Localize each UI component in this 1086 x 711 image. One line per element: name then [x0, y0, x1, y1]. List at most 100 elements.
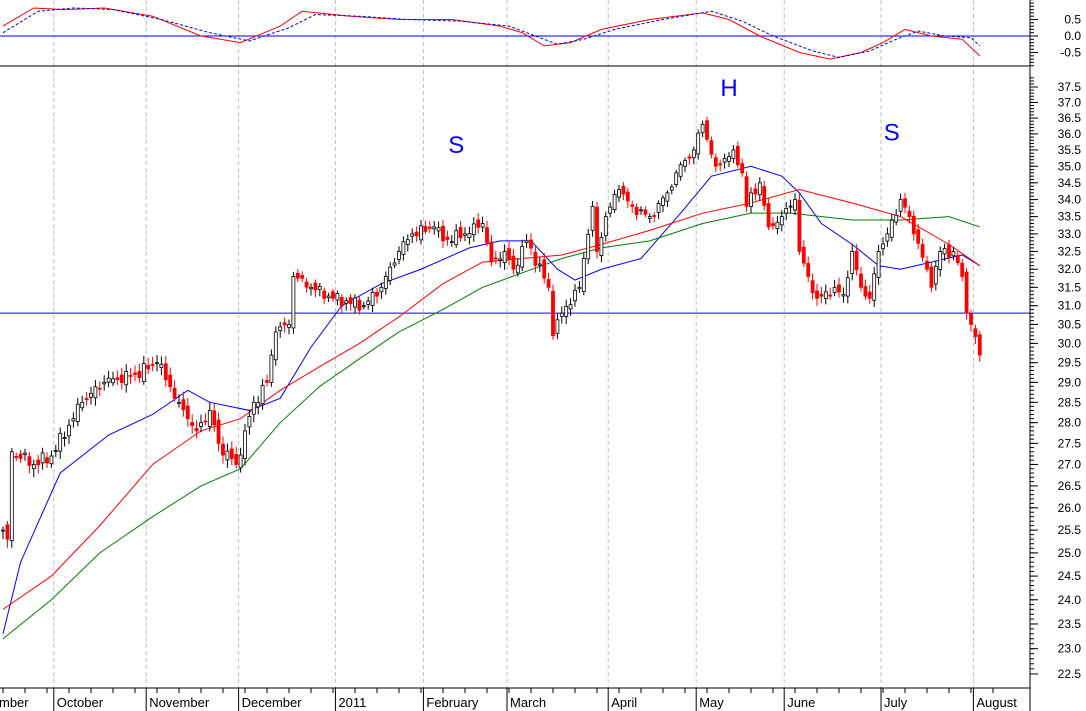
candle-body [788, 205, 793, 208]
y-tick-label: 34.0 [1058, 193, 1082, 207]
candle-body [199, 422, 203, 427]
candle-body [973, 328, 978, 338]
candle-body [502, 251, 507, 263]
month-label: December [242, 695, 303, 710]
candle-body [929, 266, 934, 288]
month-label: October [57, 695, 104, 710]
month-label: June [787, 695, 815, 710]
candle-body [819, 293, 824, 297]
candle-body [951, 251, 956, 257]
candle-body [520, 246, 525, 268]
candle-body [133, 372, 137, 375]
candle-body [203, 420, 208, 423]
y-tick-label: 25.5 [1058, 523, 1082, 537]
candle-body [643, 209, 648, 215]
pattern-annotation: S [448, 132, 464, 159]
candle-body [678, 164, 683, 177]
candle-body [62, 437, 67, 439]
candle-body [177, 401, 181, 404]
pattern-annotation: H [720, 75, 737, 102]
candle-body [709, 140, 714, 155]
candle-body [124, 371, 129, 386]
y-tick-label: 24.5 [1058, 569, 1082, 583]
candle-body [639, 209, 643, 212]
candle-body [256, 402, 261, 408]
candle-body [713, 157, 718, 167]
candle-body [810, 280, 815, 293]
candle-body [225, 450, 230, 461]
candle-body [150, 364, 155, 366]
candle-body [427, 226, 432, 229]
candle-body [555, 319, 560, 334]
candle-body [414, 231, 419, 237]
candle-body [146, 365, 151, 370]
candle-body [537, 263, 542, 266]
candle-body [581, 258, 586, 293]
candle-body [441, 225, 445, 242]
candle-body [665, 192, 670, 202]
candle-body [881, 243, 885, 250]
candle-body [291, 276, 296, 329]
y-tick-label: 31.5 [1058, 280, 1082, 294]
candle-body [920, 244, 925, 258]
candle-body [405, 239, 410, 245]
candle-body [749, 192, 753, 207]
candle-body [480, 223, 485, 228]
candle-body [9, 451, 14, 541]
y-tick-label: 26.0 [1058, 501, 1082, 515]
candle-body [115, 377, 120, 380]
candle-body [969, 313, 973, 325]
candle-body [168, 374, 173, 388]
y-tick-label: 35.0 [1058, 159, 1082, 173]
candle-body [683, 160, 687, 167]
candle-body [894, 214, 899, 223]
candle-body [779, 216, 784, 226]
candle-body [876, 251, 881, 278]
candle-body [771, 223, 775, 227]
candle-body [335, 293, 340, 301]
candle-body [375, 291, 379, 297]
candle-body [661, 197, 665, 206]
candle-body [93, 386, 98, 399]
candle-body [801, 246, 806, 264]
candle-body [907, 210, 912, 218]
candle-body [379, 286, 384, 293]
candle-body [221, 443, 225, 456]
candle-body [515, 264, 520, 274]
candle-body [471, 223, 476, 236]
candle-body [159, 363, 164, 368]
candle-body [436, 227, 441, 232]
candle-body [5, 524, 10, 540]
candle-body [568, 304, 573, 310]
candle-body [947, 244, 951, 258]
candle-body [401, 241, 406, 255]
candle-body [27, 456, 32, 466]
candle-body [731, 149, 736, 160]
candle-body [784, 208, 789, 214]
y-tick-label: 34.5 [1058, 176, 1082, 190]
candle-body [322, 290, 327, 299]
candle-body [599, 237, 604, 256]
candle-body [845, 277, 850, 297]
candle-body [586, 234, 591, 260]
candle-body [476, 219, 481, 228]
candle-body [617, 189, 621, 198]
candle-body [603, 216, 608, 237]
candle-body [49, 455, 54, 465]
candle-body [823, 291, 828, 300]
candle-body [573, 289, 577, 302]
y-tick-label: 33.0 [1058, 227, 1082, 241]
candle-body [423, 226, 428, 232]
candle-body [577, 286, 582, 290]
candle-body [612, 193, 617, 211]
candle-body [247, 416, 252, 428]
candle-body [304, 281, 309, 288]
month-gridlines [53, 0, 974, 688]
candle-body [181, 399, 186, 411]
candle-body [119, 374, 124, 383]
candle-body [524, 240, 529, 244]
candle-body [797, 199, 802, 252]
candle-body [727, 156, 731, 162]
y-tick-label: 27.0 [1058, 457, 1082, 471]
candle-body [260, 384, 265, 405]
